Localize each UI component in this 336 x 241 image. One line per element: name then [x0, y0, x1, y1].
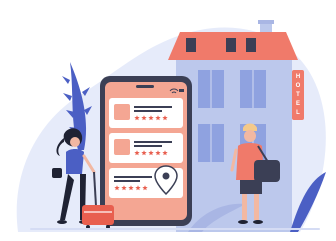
hotel-sign: H O T E L [292, 72, 304, 118]
image-placeholder-icon [114, 139, 130, 155]
image-placeholder-icon [114, 104, 130, 120]
hotel-sign-letter: T [296, 91, 300, 98]
phone-speaker [136, 85, 154, 88]
battery-icon [179, 89, 184, 92]
ground-line [30, 228, 320, 230]
cloud [96, 24, 124, 36]
cloud [166, 7, 190, 17]
listing-card[interactable] [109, 133, 183, 163]
hotel-sign-letter: H [295, 73, 301, 80]
hotel-sign-letter: O [295, 82, 301, 89]
illustration-canvas [16, 6, 326, 232]
cloud [238, 6, 258, 14]
listing-card[interactable] [109, 98, 183, 128]
smartphone [100, 76, 192, 226]
hotel-sign-letter: L [296, 110, 300, 117]
hotel-booking-illustration: H O T E L [0, 0, 336, 241]
hotel-sign-letter: E [295, 101, 300, 108]
